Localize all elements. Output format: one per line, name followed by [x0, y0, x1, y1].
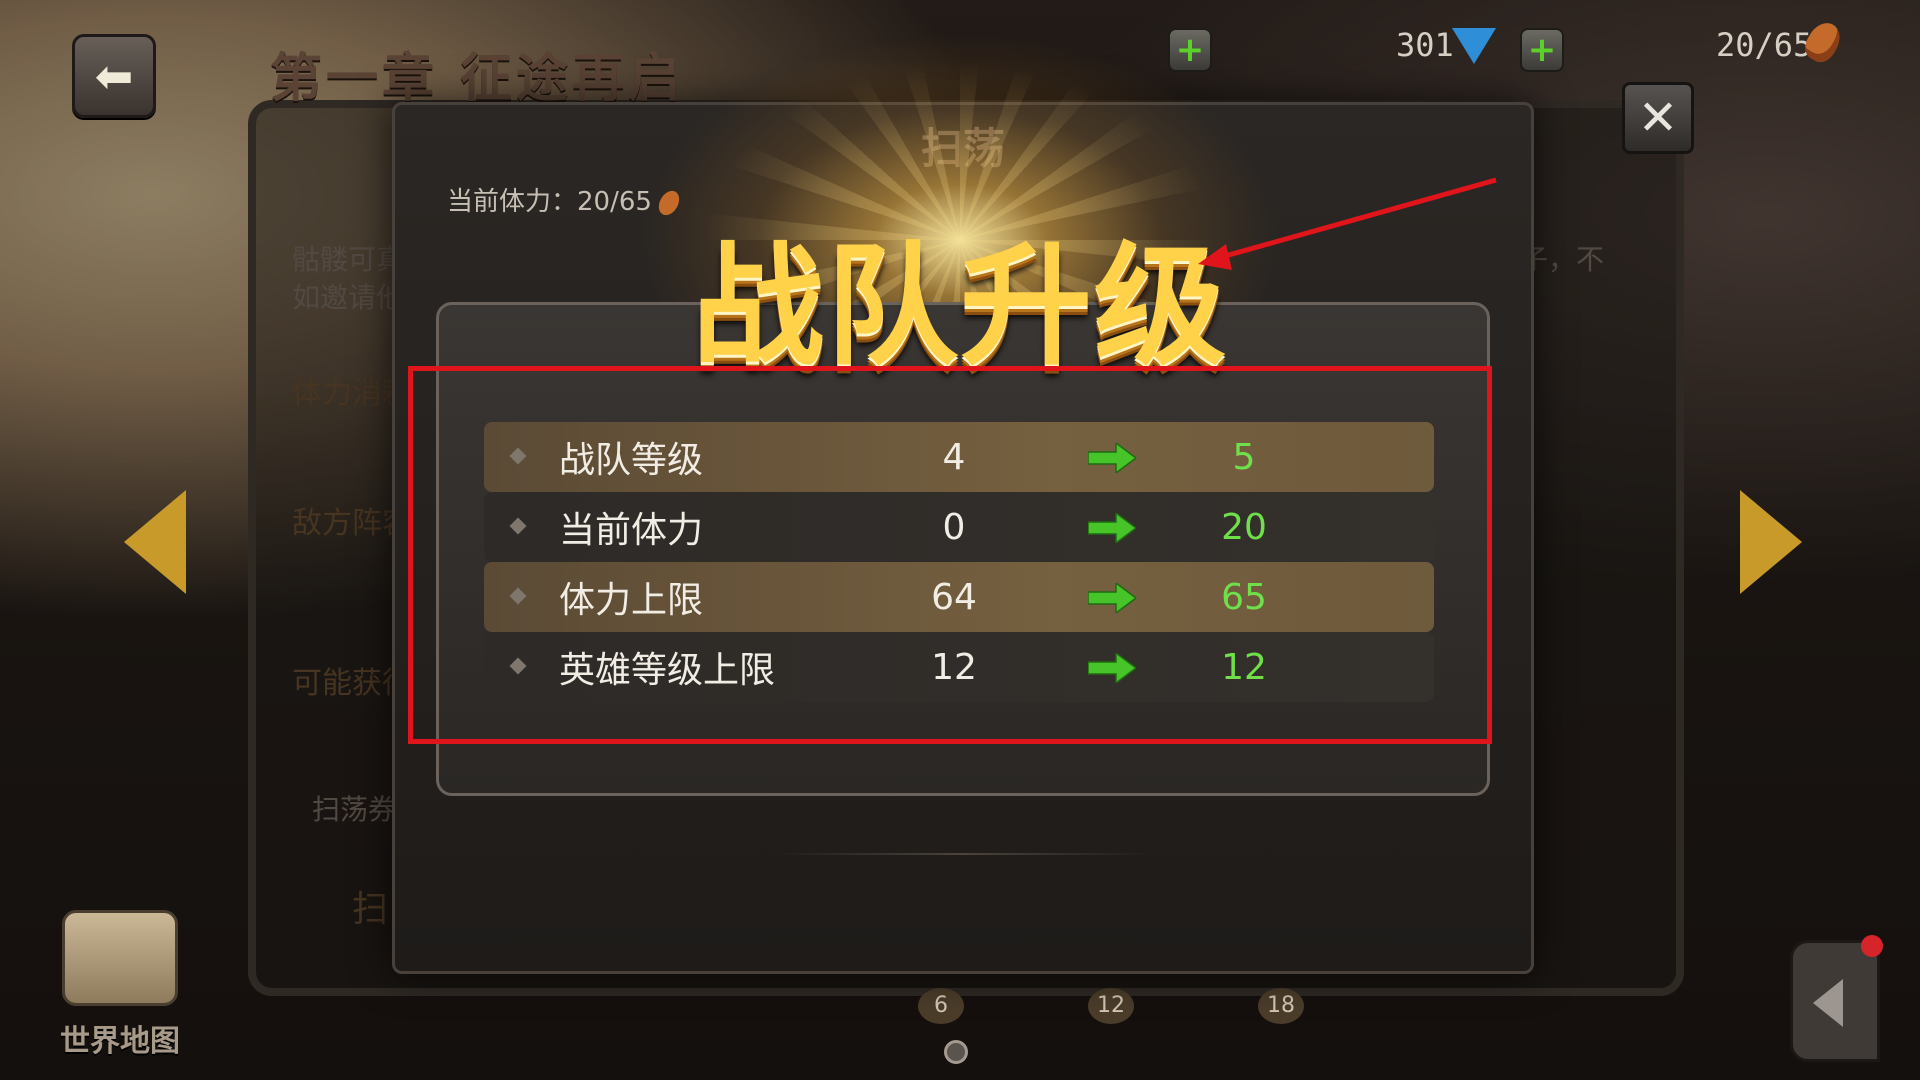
- add-gems-button[interactable]: +: [1520, 28, 1564, 72]
- progress-mark-18: 18: [1258, 988, 1304, 1024]
- side-drawer-button[interactable]: [1790, 935, 1883, 1062]
- stamina-count: 20/65: [1716, 26, 1813, 64]
- notification-dot: [1861, 935, 1883, 957]
- world-map-button[interactable]: 世界地图: [50, 910, 190, 1060]
- close-icon: ✕: [1637, 90, 1679, 146]
- prev-stage-arrow[interactable]: [124, 490, 186, 594]
- close-button[interactable]: ✕: [1622, 82, 1694, 154]
- plus-icon: +: [1527, 30, 1557, 70]
- next-stage-arrow[interactable]: [1740, 490, 1802, 594]
- collapse-arrow-icon: [1813, 979, 1843, 1027]
- levelup-title: 战队升级: [692, 230, 1228, 384]
- sweep-divider: [775, 853, 1151, 855]
- progress-mark-6: 6: [918, 988, 964, 1024]
- page-indicator: [944, 1040, 968, 1064]
- progress-mark-12: 12: [1088, 988, 1134, 1024]
- gem-icon: [1452, 28, 1496, 64]
- world-map-label: 世界地图: [60, 1024, 180, 1059]
- annotation-box: [408, 366, 1492, 744]
- map-icon: [62, 910, 178, 1006]
- gem-count: 301: [1396, 26, 1454, 64]
- back-arrow-icon: ⬅: [94, 49, 134, 103]
- back-button[interactable]: ⬅: [72, 34, 156, 118]
